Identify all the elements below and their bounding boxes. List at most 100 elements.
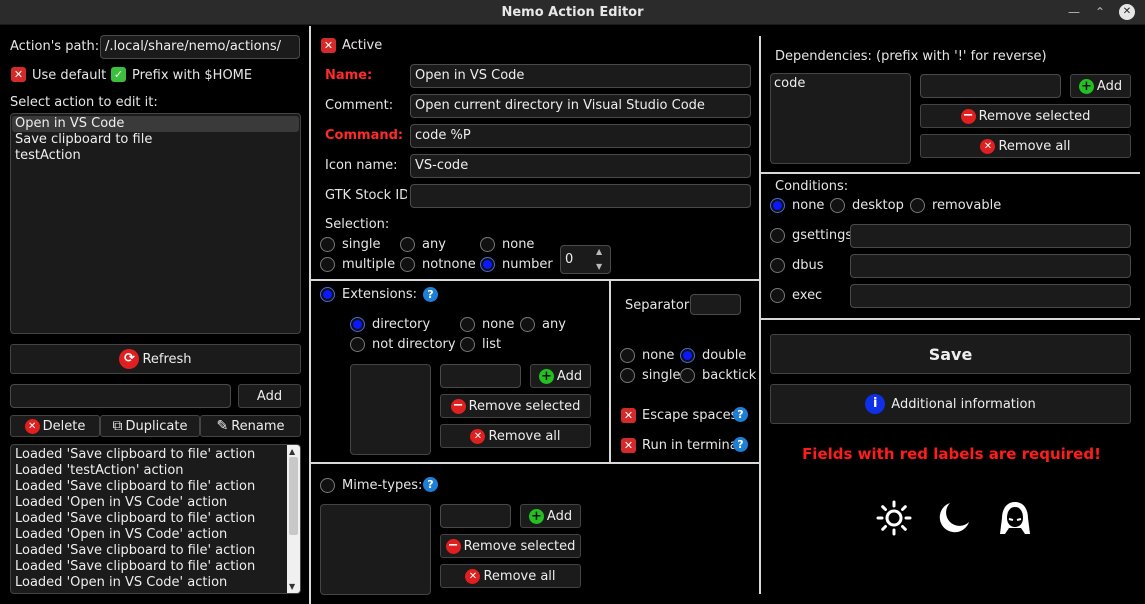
dep-remove-all-button[interactable]: ✕ Remove all <box>920 134 1131 158</box>
selection-none-radio[interactable] <box>480 237 495 252</box>
active-checkbox[interactable]: ✕ <box>321 38 336 53</box>
exec-radio[interactable] <box>770 288 785 303</box>
add-action-button[interactable]: Add <box>238 384 301 408</box>
log-item: Loaded 'Save clipboard to file' action <box>15 479 256 494</box>
quote-backtick-radio[interactable] <box>680 368 695 383</box>
action-list-item[interactable]: Save clipboard to file <box>12 132 299 148</box>
dep-add-button[interactable]: + Add <box>1070 74 1131 98</box>
extensions-list[interactable] <box>350 364 431 455</box>
light-theme-icon[interactable] <box>876 500 912 536</box>
ext-list-radio[interactable] <box>460 337 475 352</box>
close-icon[interactable]: ✕ <box>1119 4 1135 20</box>
gsettings-input[interactable] <box>850 224 1131 248</box>
cond-removable-label: removable <box>932 198 1002 213</box>
select-action-label: Select action to edit it: <box>10 95 158 110</box>
cond-desktop-radio[interactable] <box>830 198 845 213</box>
command-input[interactable]: code %P <box>410 124 751 148</box>
scroll-down-icon[interactable]: ▼ <box>289 582 295 591</box>
mime-types-list[interactable] <box>320 504 431 595</box>
maximize-icon[interactable]: ⌃ <box>1092 4 1108 20</box>
dependency-item[interactable]: code <box>774 76 907 92</box>
path-input[interactable]: /.local/share/nemo/actions/ <box>100 35 300 59</box>
ext-any-radio[interactable] <box>520 317 535 332</box>
hacker-theme-icon[interactable] <box>997 500 1033 536</box>
terminal-help-icon[interactable]: ? <box>733 437 748 452</box>
selection-notnone-radio[interactable] <box>400 257 415 272</box>
use-default-checkbox[interactable]: ✕ <box>11 67 26 82</box>
additional-info-button[interactable]: i Additional information <box>770 384 1131 424</box>
cond-none-radio[interactable] <box>770 198 785 213</box>
action-list-item[interactable]: Open in VS Code <box>12 116 299 132</box>
scroll-up-icon[interactable]: ▲ <box>289 447 295 456</box>
dependencies-list[interactable]: code <box>770 73 911 164</box>
ext-not-directory-radio[interactable] <box>350 337 365 352</box>
stock-id-input[interactable] <box>410 184 751 208</box>
run-terminal-checkbox[interactable]: ✕ <box>621 438 636 453</box>
action-list-item[interactable]: testAction <box>12 148 299 164</box>
delete-button[interactable]: ✕ Delete <box>10 415 100 437</box>
name-input[interactable]: Open in VS Code <box>410 64 751 88</box>
mime-remove-all-label: Remove all <box>483 568 556 584</box>
dbus-input[interactable] <box>850 254 1131 278</box>
extension-input[interactable] <box>440 364 521 388</box>
dep-remove-selected-label: Remove selected <box>978 108 1091 124</box>
quote-none-radio[interactable] <box>620 348 635 363</box>
scroll-thumb[interactable] <box>289 457 298 535</box>
ext-none-radio[interactable] <box>460 317 475 332</box>
selection-label: Selection: <box>325 217 390 232</box>
dependency-input[interactable] <box>920 74 1061 98</box>
selection-multiple-radio[interactable] <box>320 257 335 272</box>
mime-remove-selected-button[interactable]: − Remove selected <box>440 534 581 558</box>
cond-removable-radio[interactable] <box>910 198 925 213</box>
icon-name-input[interactable]: VS-code <box>410 154 751 178</box>
gsettings-radio[interactable] <box>770 228 785 243</box>
log-scrollbar[interactable]: ▲ ▼ <box>287 445 300 593</box>
exec-input[interactable] <box>850 284 1131 308</box>
log-item: Loaded 'Save clipboard to file' action <box>15 447 256 462</box>
quote-double-radio[interactable] <box>680 348 695 363</box>
mime-types-radio[interactable] <box>320 478 335 493</box>
prefix-home-checkbox[interactable]: ✓ <box>111 67 126 82</box>
spin-up-icon[interactable]: ▲ <box>596 247 602 256</box>
quote-single-radio[interactable] <box>620 368 635 383</box>
minus-icon: − <box>960 108 976 124</box>
separator-input[interactable] <box>690 294 741 315</box>
window-title: Nemo Action Editor <box>501 5 644 20</box>
extensions-help-icon[interactable]: ? <box>423 287 438 302</box>
spin-down-icon[interactable]: ▼ <box>596 262 602 271</box>
ext-remove-selected-button[interactable]: − Remove selected <box>440 394 591 418</box>
action-list[interactable]: Open in VS Code Save clipboard to file t… <box>10 113 301 334</box>
selection-number-radio[interactable] <box>480 257 495 272</box>
dark-theme-icon[interactable] <box>936 500 972 536</box>
escape-spaces-checkbox[interactable]: ✕ <box>621 408 636 423</box>
dbus-radio[interactable] <box>770 258 785 273</box>
mime-remove-all-button[interactable]: ✕ Remove all <box>440 564 581 588</box>
save-button[interactable]: Save <box>770 334 1131 374</box>
new-action-input[interactable] <box>10 384 231 408</box>
escape-help-icon[interactable]: ? <box>733 407 748 422</box>
ext-add-button[interactable]: + Add <box>530 364 591 388</box>
ext-directory-radio[interactable] <box>350 317 365 332</box>
quote-single-label: single <box>642 368 681 383</box>
ext-remove-all-label: Remove all <box>488 428 561 444</box>
mime-input[interactable] <box>440 504 511 528</box>
duplicate-button[interactable]: ⧉ Duplicate <box>100 415 200 437</box>
log-list[interactable]: Loaded 'Save clipboard to file' action L… <box>10 444 301 594</box>
dbus-label: dbus <box>792 258 824 273</box>
quote-double-label: double <box>702 348 747 363</box>
minimize-icon[interactable]: — <box>1066 4 1082 20</box>
comment-input[interactable]: Open current directory in Visual Studio … <box>410 94 751 118</box>
ext-directory-label: directory <box>372 317 431 332</box>
rename-button[interactable]: ✎ Rename <box>200 415 301 437</box>
selection-any-radio[interactable] <box>400 237 415 252</box>
number-spinner[interactable]: 0 <box>560 245 611 274</box>
extensions-radio[interactable] <box>320 287 335 302</box>
dep-remove-selected-button[interactable]: − Remove selected <box>920 104 1131 128</box>
refresh-button[interactable]: ⟳ Refresh <box>10 344 301 374</box>
mime-add-button[interactable]: + Add <box>520 504 581 528</box>
right-hline-2 <box>761 318 1140 320</box>
remove-all-icon: ✕ <box>980 138 996 154</box>
selection-single-radio[interactable] <box>320 237 335 252</box>
ext-remove-all-button[interactable]: ✕ Remove all <box>440 424 591 448</box>
mime-help-icon[interactable]: ? <box>423 477 438 492</box>
